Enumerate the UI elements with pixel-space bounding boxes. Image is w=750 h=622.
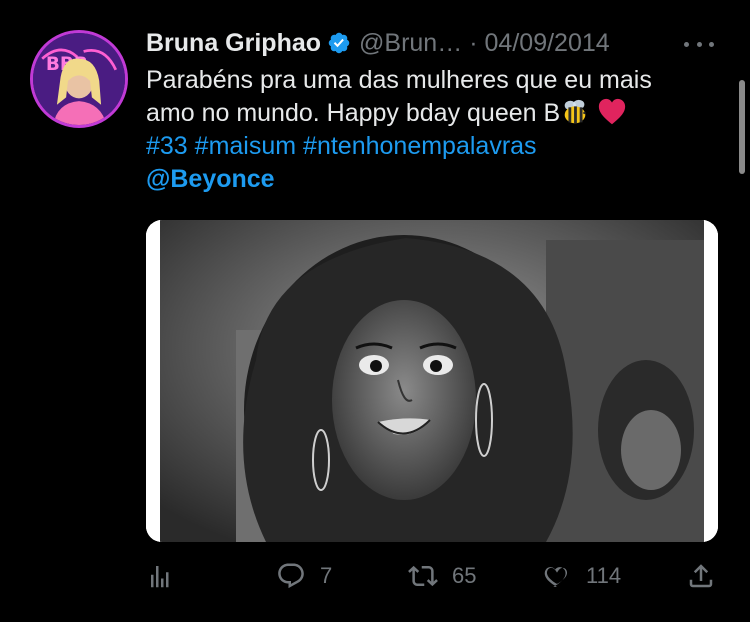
hashtag-33[interactable]: #33 [146,132,188,160]
share-icon [689,564,713,588]
avatar-image: BBB [33,33,125,125]
red-heart-emoji [599,98,626,125]
retweet-button[interactable]: 65 [408,556,476,596]
like-count: 114 [586,563,622,588]
more-dot [696,41,702,47]
share-button[interactable] [686,556,716,596]
reply-count: 7 [320,563,333,588]
tweet-card[interactable]: BBB Bruna Griphao @Brun… · 04/09/2014 Pa… [0,0,750,622]
separator-dot: · [469,28,478,57]
tweet-header: Bruna Griphao @Brun… · 04/09/2014 [146,26,610,60]
author-handle[interactable]: @Brun… [359,29,462,58]
tweet-text-line-1: Parabéns pra uma das mulheres que eu mai… [146,66,652,94]
tweet-text-line-2: amo no mundo. Happy bday queen B [146,97,726,130]
avatar[interactable]: BBB [30,30,128,128]
like-icon [544,567,568,587]
tweet-image [146,220,718,542]
retweet-count: 65 [452,563,477,588]
tweet-text-line-4: @Beyonce [146,163,726,196]
reply-button[interactable]: 7 [276,556,332,596]
tweet-actions: 7 65 114 [146,556,726,596]
more-dot [709,41,714,47]
bee-emoji [564,99,586,124]
scrollbar[interactable] [739,80,745,174]
more-dot [684,41,689,47]
tweet-date[interactable]: 04/09/2014 [485,29,610,58]
analytics-button[interactable] [146,556,176,596]
tweet-text-line-3: #33 #maisum #ntenhonempalavras [146,130,726,163]
analytics-icon [151,566,169,588]
verified-badge-icon [328,32,350,54]
more-icon[interactable] [684,34,714,54]
tweet-text-line-2-text: amo no mundo. Happy bday queen B [146,99,561,127]
reply-icon [278,563,304,589]
hashtag-ntenhonempalavras[interactable]: #ntenhonempalavras [303,132,537,160]
tweet-text: Parabéns pra uma das mulheres que eu mai… [146,64,726,196]
hashtag-maisum[interactable]: #maisum [195,132,296,160]
tweet-media[interactable] [146,220,718,542]
retweet-icon [408,565,438,587]
like-button[interactable]: 114 [542,556,621,596]
author-name[interactable]: Bruna Griphao [146,29,321,58]
mention-beyonce[interactable]: @Beyonce [146,165,275,193]
